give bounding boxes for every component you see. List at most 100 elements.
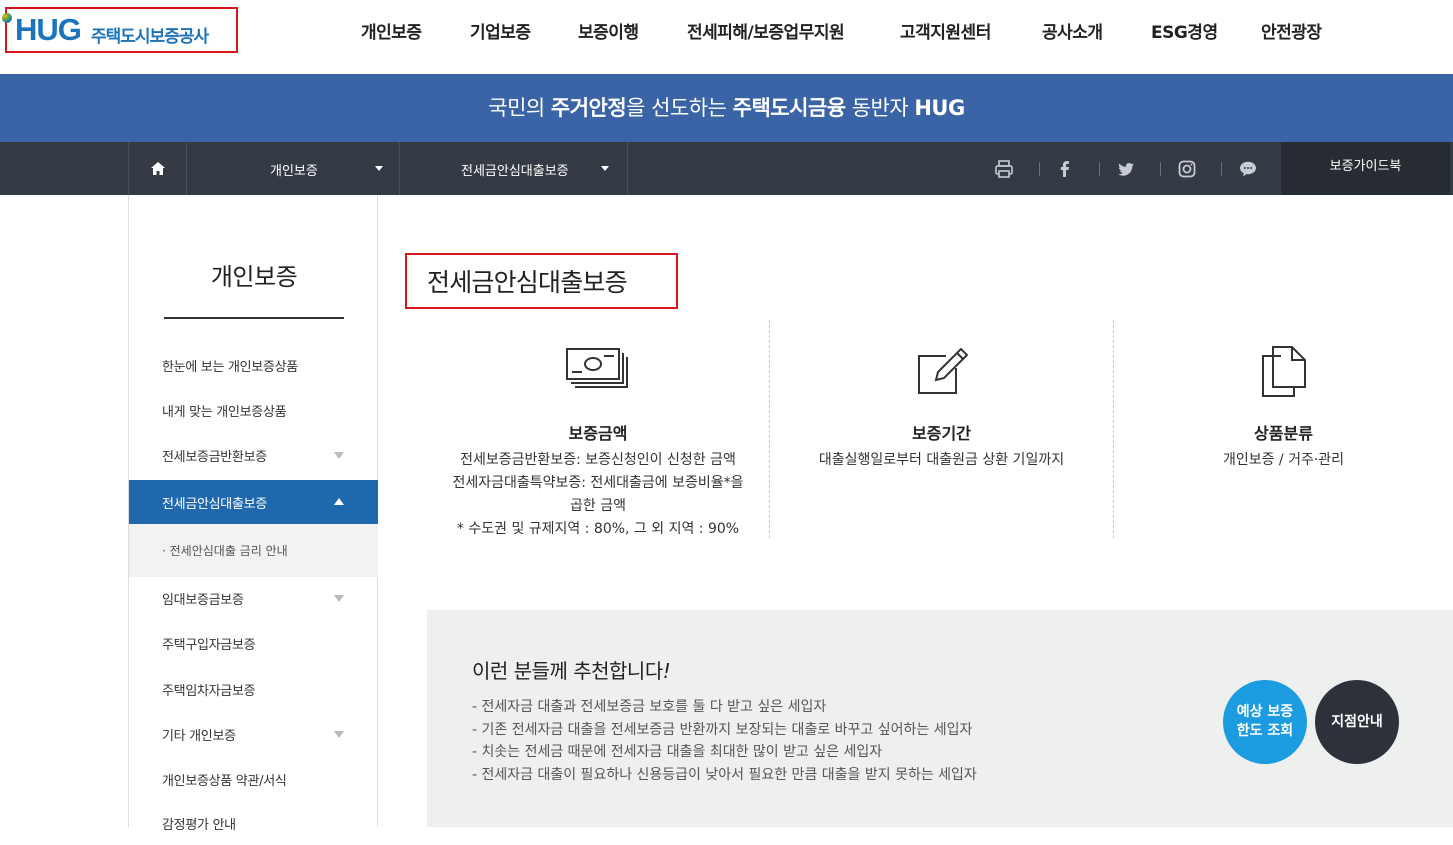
info-period: 보증기간 대출실행일로부터 대출원금 상환 기일까지: [770, 320, 1113, 538]
sidebar-item-label: 한눈에 보는 개인보증상품: [162, 360, 298, 375]
info-text: 개인보증 / 거주·관리: [1114, 449, 1453, 472]
chevron-down-icon: [334, 731, 344, 738]
recommend-title: 이런 분들께 추천합니다!: [472, 655, 671, 684]
logo-mark-icon: [2, 13, 12, 23]
sidebar-item-deposit-return[interactable]: 전세보증금반환보증: [129, 433, 378, 477]
document-icon: [1259, 346, 1309, 402]
banner-bold: 주거안정: [550, 96, 627, 120]
nav-safety-plaza[interactable]: 안전광장: [1261, 18, 1322, 43]
chevron-up-icon: [334, 498, 344, 505]
sidebar-item-terms[interactable]: 개인보증상품 약관/서식: [129, 757, 378, 801]
info-text: 대출실행일로부터 대출원금 상환 기일까지: [770, 449, 1113, 472]
sidebar-item-label: 주택구입자금보증: [162, 638, 256, 653]
guidebook-button[interactable]: 보증가이드북: [1281, 142, 1450, 195]
sidebar-item-overview[interactable]: 한눈에 보는 개인보증상품: [129, 343, 378, 387]
banner-bold: HUG: [914, 96, 965, 120]
sidebar-item-label: 전세금안심대출보증: [162, 497, 267, 512]
nav-personal-guarantee[interactable]: 개인보증: [361, 18, 422, 43]
sidebar-subitem-label: · 전세안심대출 금리 안내: [162, 544, 288, 558]
limit-inquiry-button[interactable]: 예상 보증 한도 조회: [1223, 680, 1307, 764]
recommend-title-text: 이런 분들께 추천합니다: [472, 659, 663, 683]
home-icon: [151, 162, 165, 175]
sidebar-item-label: 기타 개인보증: [162, 729, 236, 744]
breadcrumb-label: 전세금안심대출보증: [461, 164, 569, 179]
page-title: 전세금안심대출보증: [427, 268, 628, 297]
chevron-down-icon: [334, 595, 344, 602]
sidebar-item-lease-fund[interactable]: 주택임차자금보증: [129, 667, 378, 711]
button-label: 예상 보증: [1236, 704, 1294, 720]
breadcrumb-dropdown-2[interactable]: 전세금안심대출보증: [400, 142, 628, 195]
info-heading: 보증기간: [912, 424, 971, 443]
banner-text: 동반자: [845, 96, 915, 120]
divider: [1221, 162, 1222, 176]
sidebar-item-recommended[interactable]: 내게 맞는 개인보증상품: [129, 388, 378, 432]
sidebar-subitem-interest-rate[interactable]: · 전세안심대출 금리 안내: [129, 524, 378, 577]
sidebar-title: 개인보증: [210, 263, 298, 291]
divider: [164, 317, 344, 319]
info-category: 상품분류 개인보증 / 거주·관리: [1114, 320, 1453, 538]
top-header: HUG 주택도시보증공사 개인보증 기업보증 보증이행 전세피해/보증업무지원 …: [0, 0, 1453, 74]
info-line: 전세보증금반환보증: 보증신청인이 신청한 금액: [460, 452, 736, 468]
sidebar-item-label: 주택임차자금보증: [162, 684, 256, 699]
banner-text: 을 선도하는: [626, 96, 733, 120]
banner-text: 국민의: [488, 96, 551, 120]
info-heading: 상품분류: [1254, 424, 1313, 443]
edit-icon: [916, 346, 968, 400]
recommend-list: - 전세자금 대출과 전세보증금 보호를 둘 다 받고 싶은 세입자 - 기존 …: [472, 696, 977, 786]
info-line: 대출실행일로부터 대출원금 상환 기일까지: [818, 452, 1065, 468]
nav-jeonse-support[interactable]: 전세피해/보증업무지원: [687, 18, 845, 43]
logo-korean-text: 주택도시보증공사: [91, 27, 209, 47]
breadcrumb-label: 개인보증: [270, 164, 318, 179]
talk-icon[interactable]: [1237, 158, 1259, 180]
banner-bold: 주택도시금융: [732, 96, 846, 120]
info-amount: 보증금액 전세보증금반환보증: 보증신청인이 신청한 금액 전세자금대출특약보증…: [427, 320, 769, 538]
divider: [1039, 162, 1040, 176]
logo-text: HUG: [15, 12, 82, 47]
chevron-down-icon: [334, 452, 344, 459]
nav-esg[interactable]: ESG경영: [1151, 18, 1218, 43]
list-item: - 전세자금 대출이 필요하나 신용등급이 낮아서 필요한 만큼 대출을 받지 …: [472, 766, 977, 783]
sidebar-item-label: 감정평가 안내: [162, 818, 236, 833]
info-line: 개인보증 / 거주·관리: [1222, 452, 1345, 468]
breadcrumb-dropdown-1[interactable]: 개인보증: [187, 142, 400, 195]
facebook-icon[interactable]: [1054, 158, 1076, 180]
sidebar: 개인보증 한눈에 보는 개인보증상품 내게 맞는 개인보증상품 전세보증금반환보…: [128, 195, 378, 833]
sidebar-item-label: 임대보증금보증: [162, 593, 244, 608]
print-icon[interactable]: [993, 158, 1015, 180]
chevron-down-icon: [375, 166, 383, 171]
list-item: - 기존 전세자금 대출을 전세보증금 반환까지 보장되는 대출로 바꾸고 싶어…: [472, 721, 973, 738]
nav-guarantee-fulfillment[interactable]: 보증이행: [578, 18, 639, 43]
info-line: 전세자금대출특약보증: 전세대출금에 보증비율*을: [452, 475, 744, 491]
location-bar: 개인보증 전세금안심대출보증 보증가이드북: [0, 142, 1453, 195]
home-button[interactable]: [128, 142, 187, 195]
recommend-section: 이런 분들께 추천합니다! - 전세자금 대출과 전세보증금 보호를 둘 다 받…: [427, 610, 1453, 827]
slogan-banner: 국민의 주거안정을 선도하는 주택도시금융 동반자 HUG: [0, 74, 1453, 142]
branch-info-button[interactable]: 지점안내: [1315, 680, 1399, 764]
info-line: * 수도권 및 규제지역 : 80%, 그 외 지역 : 90%: [456, 521, 740, 537]
info-heading: 보증금액: [568, 424, 628, 443]
sidebar-item-safe-loan[interactable]: 전세금안심대출보증: [129, 480, 378, 524]
info-text: 전세보증금반환보증: 보증신청인이 신청한 금액 전세자금대출특약보증: 전세대…: [427, 449, 769, 541]
divider: [1099, 162, 1100, 176]
page-title-box: 전세금안심대출보증: [405, 253, 678, 309]
sidebar-item-rental-deposit[interactable]: 임대보증금보증: [129, 576, 378, 620]
nav-company-intro[interactable]: 공사소개: [1042, 18, 1103, 43]
list-item: - 전세자금 대출과 전세보증금 보호를 둘 다 받고 싶은 세입자: [472, 699, 827, 715]
sidebar-item-label: 내게 맞는 개인보증상품: [162, 405, 287, 420]
recommend-title-mark: !: [662, 659, 671, 683]
sidebar-item-other[interactable]: 기타 개인보증: [129, 712, 378, 756]
divider: [1160, 162, 1161, 176]
info-line: 곱한 금액: [570, 498, 626, 514]
instagram-icon[interactable]: [1176, 158, 1198, 180]
sidebar-item-home-purchase[interactable]: 주택구입자금보증: [129, 621, 378, 665]
twitter-icon[interactable]: [1115, 158, 1137, 180]
button-label: 지점안내: [1331, 713, 1383, 730]
chevron-down-icon: [601, 166, 609, 171]
logo-link[interactable]: HUG 주택도시보증공사: [2, 7, 238, 53]
sidebar-item-appraisal[interactable]: 감정평가 안내: [129, 801, 378, 845]
list-item: - 치솟는 전세금 때문에 전세자금 대출을 최대한 많이 받고 싶은 세입자: [472, 744, 883, 760]
nav-corporate-guarantee[interactable]: 기업보증: [470, 18, 531, 43]
nav-customer-center[interactable]: 고객지원센터: [900, 18, 991, 43]
button-label: 한도 조회: [1236, 723, 1294, 739]
sidebar-item-label: 개인보증상품 약관/서식: [162, 774, 287, 789]
